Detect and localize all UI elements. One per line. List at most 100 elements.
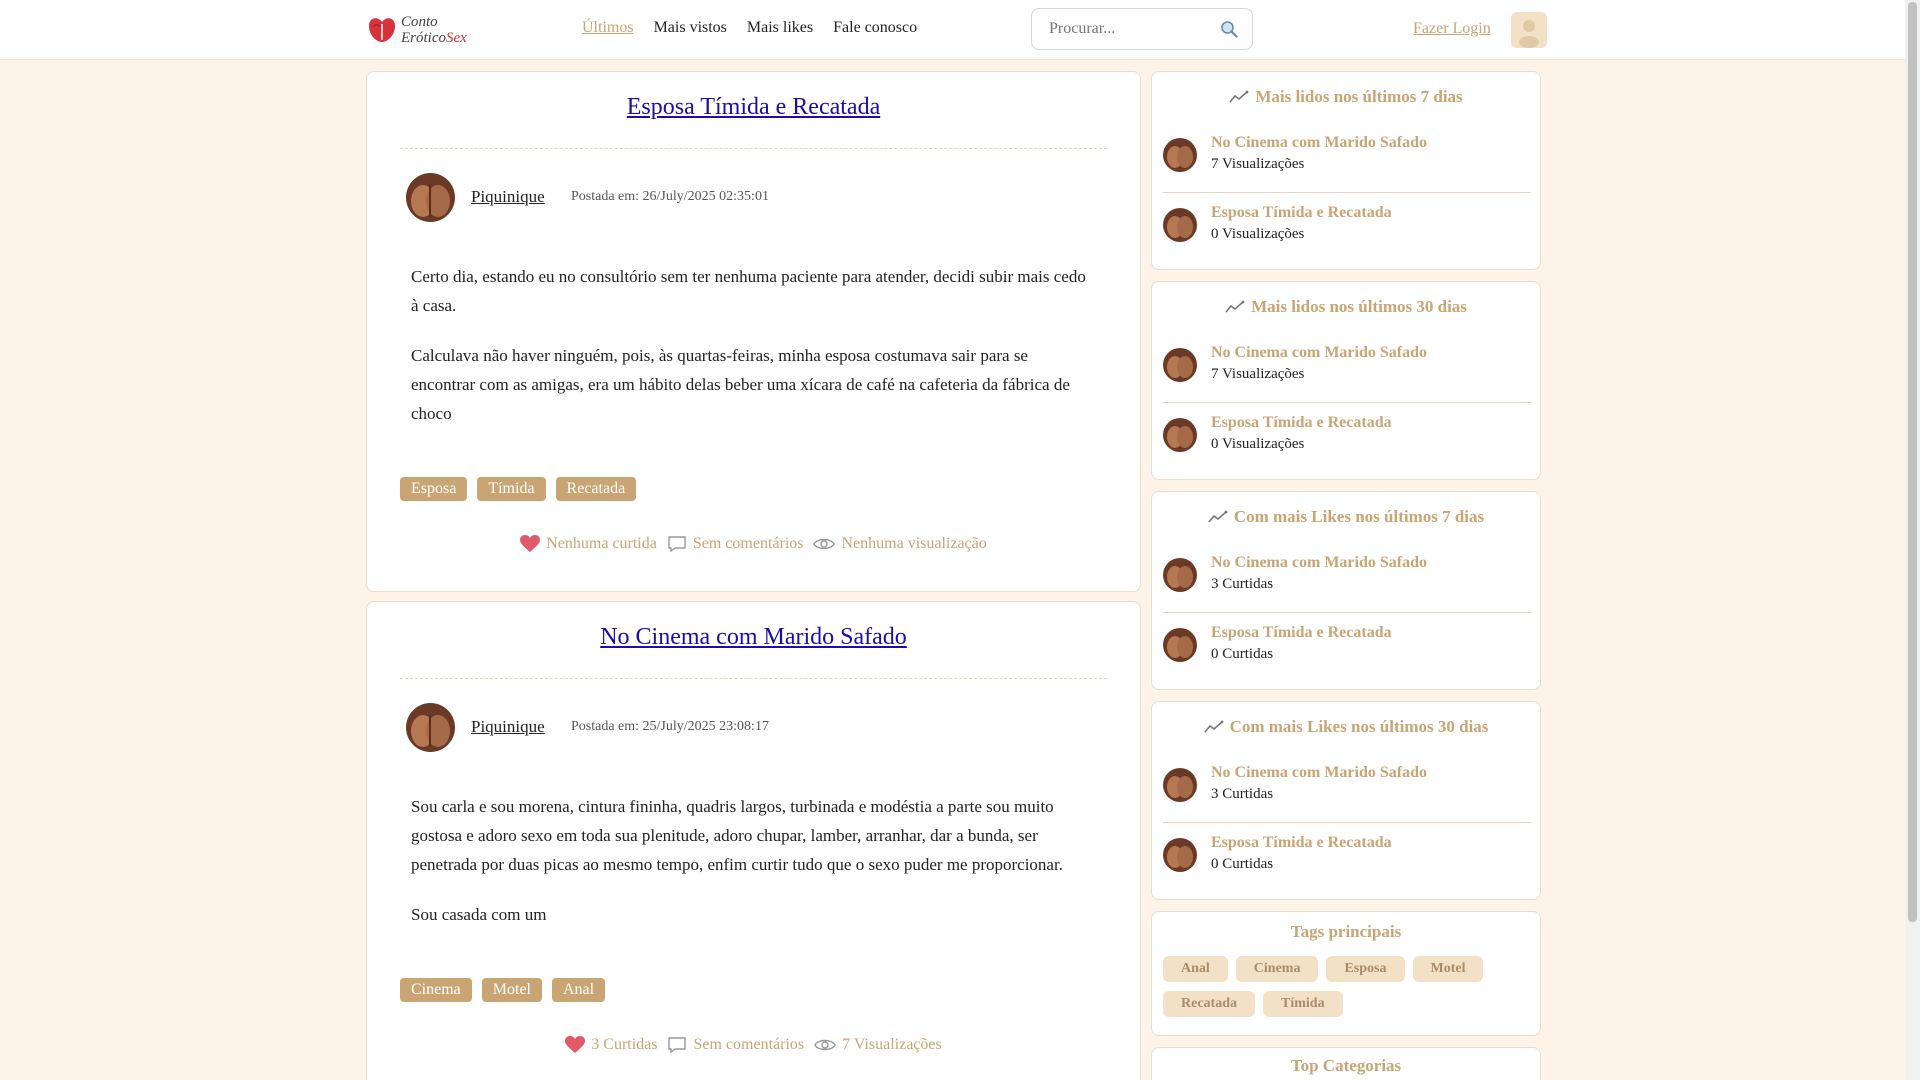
post-tags: Cinema Motel Anal bbox=[400, 978, 606, 1002]
post-title-link[interactable]: No Cinema com Marido Safado bbox=[367, 624, 1140, 651]
post-thumbnail bbox=[1163, 418, 1197, 452]
post-date: Postada em: 26/July/2025 02:35:01 bbox=[571, 189, 769, 204]
widget-item-meta: 3 Curtidas bbox=[1211, 576, 1274, 592]
post-stats: Nenhuma curtida Sem comentários Nenhuma … bbox=[367, 535, 1140, 553]
widget-item-meta: 7 Visualizações bbox=[1211, 156, 1305, 172]
comments-stat[interactable]: Sem comentários bbox=[667, 535, 804, 553]
post-paragraph: Sou casada com um bbox=[411, 905, 547, 924]
heart-icon bbox=[520, 535, 541, 552]
post-paragraph: Sou carla e sou morena, cintura fininha,… bbox=[411, 797, 1063, 874]
tag-chip[interactable]: Tímida bbox=[477, 477, 546, 501]
post-card: No Cinema com Marido Safado Piquinique P… bbox=[366, 601, 1141, 1080]
list-item[interactable]: No Cinema com Marido Safado 3 Curtidas bbox=[1163, 752, 1531, 823]
widget-title: Tags principais bbox=[1290, 922, 1402, 941]
logo-text-sex: Sex bbox=[446, 30, 467, 46]
list-item[interactable]: Esposa Tímida e Recatada 0 Curtidas bbox=[1163, 822, 1531, 892]
widget-title-text: Com mais Likes nos últimos 30 dias bbox=[1229, 717, 1489, 736]
list-item[interactable]: No Cinema com Marido Safado 3 Curtidas bbox=[1163, 542, 1531, 613]
widget-item-meta: 3 Curtidas bbox=[1211, 786, 1274, 802]
widget-item-title[interactable]: No Cinema com Marido Safado bbox=[1211, 344, 1427, 362]
search-input[interactable] bbox=[1047, 19, 1221, 39]
list-item[interactable]: Esposa Tímida e Recatada 0 Visualizações bbox=[1163, 192, 1531, 262]
nav-mais-likes[interactable]: Mais likes bbox=[747, 19, 813, 37]
scrollbar-thumb[interactable] bbox=[1908, 2, 1917, 922]
comment-icon bbox=[668, 536, 686, 553]
post-date: Postada em: 25/July/2025 23:08:17 bbox=[571, 719, 769, 734]
views-text: 7 Visualizações bbox=[842, 1036, 942, 1053]
nav-ultimos[interactable]: Últimos bbox=[582, 19, 634, 37]
widget-item-meta: 0 Visualizações bbox=[1211, 436, 1305, 452]
search-icon[interactable] bbox=[1220, 20, 1238, 38]
post-divider bbox=[400, 148, 1107, 149]
user-menu-button[interactable] bbox=[1511, 12, 1547, 48]
widget-title-text: Mais lidos nos últimos 30 dias bbox=[1251, 297, 1467, 316]
tag-chip[interactable]: Cinema bbox=[400, 978, 472, 1002]
post-paragraph: Certo dia, estando eu no consultório sem… bbox=[411, 267, 1086, 315]
login-link[interactable]: Fazer Login bbox=[1413, 20, 1491, 38]
widget-item-title[interactable]: Esposa Tímida e Recatada bbox=[1211, 834, 1392, 852]
views-stat[interactable]: Nenhuma visualização bbox=[813, 535, 987, 553]
author-avatar[interactable] bbox=[406, 173, 455, 222]
trend-icon bbox=[1225, 300, 1245, 313]
widget-item-meta: 7 Visualizações bbox=[1211, 366, 1305, 382]
list-item[interactable]: Esposa Tímida e Recatada 0 Visualizações bbox=[1163, 402, 1531, 472]
site-logo[interactable]: Conto EróticoSex bbox=[367, 10, 479, 50]
post-thumbnail bbox=[1163, 628, 1197, 662]
author-name-link[interactable]: Piquinique bbox=[471, 717, 545, 737]
eye-icon bbox=[813, 538, 836, 550]
nav-fale-conosco[interactable]: Fale conosco bbox=[833, 19, 917, 37]
search-box bbox=[1031, 8, 1253, 50]
eye-icon bbox=[814, 1039, 836, 1051]
tag-chip[interactable]: Cinema bbox=[1235, 956, 1319, 982]
widget-item-title[interactable]: No Cinema com Marido Safado bbox=[1211, 134, 1427, 152]
widget-title: Com mais Likes nos últimos 30 dias bbox=[1152, 717, 1540, 737]
heart-icon bbox=[565, 1036, 586, 1053]
likes-stat[interactable]: Nenhuma curtida bbox=[520, 535, 657, 553]
views-text: Nenhuma visualização bbox=[841, 535, 987, 552]
widget-top-tags: Tags principais Anal Cinema Esposa Motel… bbox=[1151, 911, 1541, 1036]
post-excerpt: Certo dia, estando eu no consultório sem… bbox=[411, 262, 1096, 449]
page-scrollbar[interactable] bbox=[1905, 0, 1920, 1080]
tag-chip[interactable]: Motel bbox=[1412, 956, 1484, 982]
widget-item-title[interactable]: No Cinema com Marido Safado bbox=[1211, 764, 1427, 782]
widget-title-text: Com mais Likes nos últimos 7 dias bbox=[1233, 507, 1485, 526]
tag-chip[interactable]: Recatada bbox=[1163, 991, 1255, 1017]
widget-most-read-30d: Mais lidos nos últimos 30 dias No Cinema… bbox=[1151, 281, 1541, 480]
tag-chip[interactable]: Motel bbox=[481, 978, 542, 1002]
nav-mais-vistos[interactable]: Mais vistos bbox=[654, 19, 727, 37]
widget-item-meta: 0 Curtidas bbox=[1211, 646, 1274, 662]
logo-mark-icon bbox=[367, 16, 397, 44]
widget-title: Mais lidos nos últimos 7 dias bbox=[1152, 87, 1540, 107]
widget-item-title[interactable]: Esposa Tímida e Recatada bbox=[1211, 624, 1392, 642]
author-avatar[interactable] bbox=[406, 703, 455, 752]
comments-stat[interactable]: Sem comentários bbox=[667, 1036, 804, 1054]
widget-item-meta: 0 Visualizações bbox=[1211, 226, 1305, 242]
widget-item-title[interactable]: Esposa Tímida e Recatada bbox=[1211, 204, 1392, 222]
tag-chip[interactable]: Anal bbox=[1163, 956, 1228, 982]
likes-text: Nenhuma curtida bbox=[546, 535, 657, 552]
widget-item-title[interactable]: Esposa Tímida e Recatada bbox=[1211, 414, 1392, 432]
widget-item-title[interactable]: No Cinema com Marido Safado bbox=[1211, 554, 1427, 572]
list-item[interactable]: Esposa Tímida e Recatada 0 Curtidas bbox=[1163, 612, 1531, 682]
list-item[interactable]: No Cinema com Marido Safado 7 Visualizaç… bbox=[1163, 332, 1531, 403]
author-name-link[interactable]: Piquinique bbox=[471, 187, 545, 207]
widget-title-text: Mais lidos nos últimos 7 dias bbox=[1255, 87, 1463, 106]
tag-chip[interactable]: Esposa bbox=[1326, 956, 1405, 982]
main-nav: Últimos Mais vistos Mais likes Fale cono… bbox=[582, 19, 917, 37]
post-tags: Esposa Tímida Recatada bbox=[400, 477, 637, 501]
post-thumbnail bbox=[1163, 838, 1197, 872]
tag-chip[interactable]: Esposa bbox=[400, 477, 468, 501]
views-stat[interactable]: 7 Visualizações bbox=[814, 1036, 942, 1054]
comments-text: Sem comentários bbox=[692, 535, 804, 552]
list-item[interactable]: No Cinema com Marido Safado 7 Visualizaç… bbox=[1163, 122, 1531, 193]
post-thumbnail bbox=[1163, 348, 1197, 382]
logo-text-conto: Conto bbox=[401, 14, 438, 30]
post-title-link[interactable]: Esposa Tímida e Recatada bbox=[367, 94, 1140, 121]
tag-chip[interactable]: Recatada bbox=[555, 477, 637, 501]
post-thumbnail bbox=[1163, 558, 1197, 592]
post-thumbnail bbox=[1163, 208, 1197, 242]
user-icon bbox=[1519, 20, 1539, 48]
likes-stat[interactable]: 3 Curtidas bbox=[565, 1036, 657, 1054]
tag-chip[interactable]: Tímida bbox=[1263, 991, 1343, 1017]
tag-chip[interactable]: Anal bbox=[551, 978, 606, 1002]
